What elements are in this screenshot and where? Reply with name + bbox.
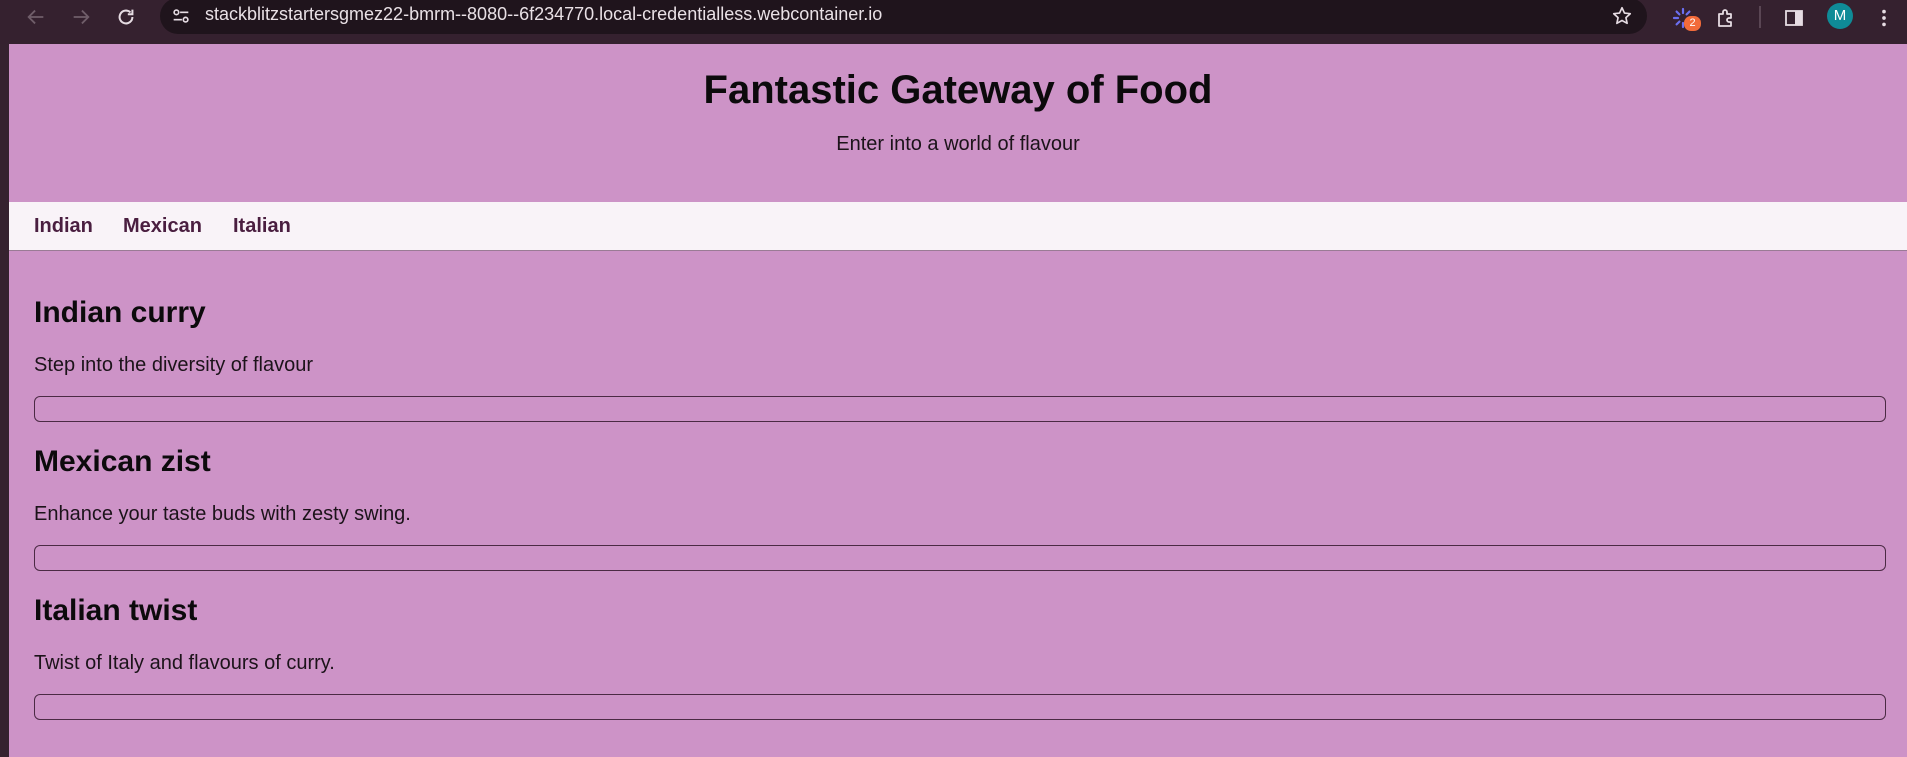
star-icon (1612, 6, 1632, 25)
section-heading: Italian twist (34, 594, 198, 627)
back-arrow-icon (27, 9, 44, 25)
section-box (34, 545, 1886, 571)
section-heading: Mexican zist (34, 445, 211, 478)
url-text[interactable]: stackblitzstartersgmez22-bmrm--8080--6f2… (205, 4, 882, 25)
nav-link-indian[interactable]: Indian (34, 215, 93, 238)
page-viewport: Fantastic Gateway of Food Enter into a w… (9, 44, 1907, 757)
browser-toolbar: stackblitzstartersgmez22-bmrm--8080--6f2… (0, 0, 1907, 44)
site-info-button[interactable] (168, 3, 194, 29)
side-panel-icon (1785, 10, 1803, 26)
extensions-menu-button[interactable] (1711, 3, 1741, 33)
cuisine-nav: Indian Mexican Italian (9, 202, 1907, 251)
section-box (34, 396, 1886, 422)
reload-button[interactable] (112, 3, 140, 31)
forward-button[interactable] (67, 3, 95, 31)
bookmark-button[interactable] (1609, 3, 1635, 29)
section-text: Step into the diversity of flavour (34, 354, 314, 376)
page-header: Fantastic Gateway of Food Enter into a w… (9, 44, 1907, 201)
nav-link-italian[interactable]: Italian (233, 215, 291, 238)
page-subtitle: Enter into a world of flavour (836, 133, 1080, 155)
back-button[interactable] (22, 3, 50, 31)
forward-arrow-icon (73, 9, 90, 25)
browser-menu-button[interactable] (1869, 3, 1899, 33)
site-info-icon (173, 9, 189, 23)
section-text: Enhance your taste buds with zesty swing… (34, 503, 411, 525)
more-vert-icon (1882, 9, 1886, 27)
side-panel-button[interactable] (1779, 3, 1809, 33)
profile-avatar[interactable]: M (1827, 3, 1853, 29)
reload-icon (118, 9, 134, 25)
nav-link-mexican[interactable]: Mexican (123, 215, 202, 238)
toolbar-divider (1759, 6, 1761, 28)
address-bar[interactable]: stackblitzstartersgmez22-bmrm--8080--6f2… (160, 0, 1647, 34)
section-heading: Indian curry (34, 296, 206, 329)
section-text: Twist of Italy and flavours of curry. (34, 652, 335, 674)
extension-button[interactable]: 2 (1668, 3, 1701, 33)
puzzle-icon (1718, 9, 1732, 27)
extension-badge: 2 (1684, 16, 1701, 31)
section-box (34, 694, 1886, 720)
page-title: Fantastic Gateway of Food (703, 68, 1213, 112)
